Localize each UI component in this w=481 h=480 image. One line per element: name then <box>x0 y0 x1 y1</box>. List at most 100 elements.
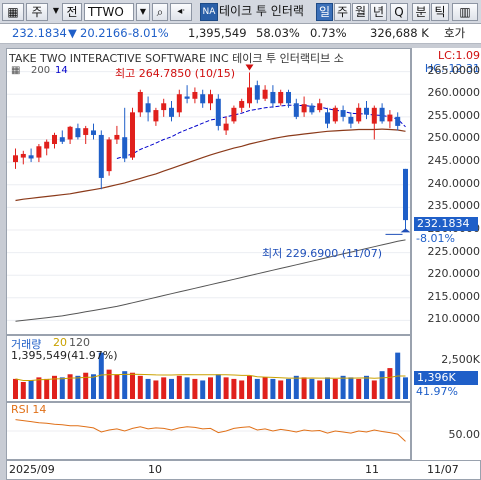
x-label-oct: 10 <box>148 463 162 476</box>
candle-body <box>332 107 338 122</box>
volume-bar <box>364 375 369 399</box>
price-chart-panel[interactable]: TAKE TWO INTERACTIVE SOFTWARE INC 테이크 투 … <box>6 48 411 335</box>
candle-body <box>75 128 81 138</box>
x-axis: 2025/09 10 11 11/07 <box>6 460 481 480</box>
volume-panel[interactable]: 거래량 20 120 1,395,549(41.97%) <box>6 335 411 402</box>
candle-body <box>200 94 206 104</box>
candle-body <box>231 107 237 122</box>
price-tick-label: 240.0000 <box>427 176 481 190</box>
x-label-sep: 2025/09 <box>9 463 55 476</box>
candle-body <box>309 105 315 113</box>
prev-next-icon[interactable]: ◂ᐧ <box>170 3 192 21</box>
dropdown-arrow-icon[interactable]: ▼ <box>50 3 62 21</box>
x-label-nov: 11 <box>365 463 379 476</box>
code-type-button[interactable]: 주 <box>26 3 48 21</box>
volume-bar <box>371 380 377 399</box>
volume-bar <box>145 378 151 399</box>
search-icon[interactable]: ⌕ <box>152 3 168 21</box>
chart-menu-icon[interactable]: ▦ <box>2 3 24 21</box>
candle-body <box>59 137 65 142</box>
volume-bar <box>215 374 221 399</box>
volume-last-tag: 1,396K <box>414 371 478 385</box>
code-prev-button[interactable]: 전 <box>62 3 82 21</box>
volume-bar <box>231 378 237 399</box>
volume-bar <box>403 377 408 399</box>
candle-body <box>262 89 268 99</box>
volume-bar <box>325 377 330 399</box>
chart-title: TAKE TWO INTERACTIVE SOFTWARE INC 테이크 투 … <box>9 52 344 65</box>
volume-bar <box>356 378 362 399</box>
candle-body <box>13 155 18 163</box>
period-week-button[interactable]: 주 <box>334 3 351 21</box>
candle-body <box>208 94 213 104</box>
candle-body <box>254 85 260 100</box>
candle-body <box>36 146 42 158</box>
candle-body <box>395 116 401 126</box>
price-tick-label: 225.0000 <box>427 244 481 258</box>
volume-bar <box>387 368 393 399</box>
current-price: 232.1834 <box>12 26 67 40</box>
rsi-tick: 50.00 <box>448 428 481 441</box>
volume-bar <box>348 377 354 399</box>
volume-bar <box>278 380 284 399</box>
volume-ma1: 20 <box>53 336 67 349</box>
layout-icon[interactable]: ▥ <box>452 3 478 21</box>
volume-bar <box>91 374 96 399</box>
volume-bar <box>130 372 135 399</box>
candle-body <box>356 107 362 122</box>
volume-bar <box>28 380 34 399</box>
volume-bar <box>247 375 252 399</box>
volume-bar <box>161 377 167 399</box>
candle-body <box>301 104 307 113</box>
volume-bar <box>239 380 245 399</box>
rsi-panel[interactable]: RSI 14 <box>6 402 411 460</box>
candle-body <box>161 103 167 111</box>
trade-amount: 326,688 K <box>370 26 429 40</box>
candle-body <box>114 134 120 140</box>
tick-button[interactable]: 틱 <box>431 3 449 21</box>
symbol-input[interactable]: TTWO <box>84 3 134 21</box>
price-tick-label: 255.0000 <box>427 108 481 122</box>
volume-bar <box>379 371 385 399</box>
volume-bar <box>36 377 42 399</box>
candle-body <box>278 91 284 104</box>
candle-body <box>317 103 323 111</box>
candle-body <box>371 107 377 124</box>
q-button[interactable]: Q <box>390 3 408 21</box>
candle-body <box>98 134 104 178</box>
candle-body <box>192 91 198 99</box>
candle-body <box>270 91 276 104</box>
candle-body <box>145 103 151 113</box>
candle-body <box>106 139 112 172</box>
volume-bar <box>192 378 198 399</box>
volume-bar <box>286 378 291 399</box>
down-arrow-icon: ▼ <box>68 26 77 40</box>
candle-body <box>325 112 330 124</box>
volume-bar <box>254 378 260 399</box>
symbol-dropdown-icon[interactable]: ▼ <box>136 3 150 21</box>
volume-bar <box>13 378 18 399</box>
period-day-button[interactable]: 일 <box>316 3 333 21</box>
volume-bar <box>301 377 307 399</box>
candle-body <box>20 153 26 158</box>
settings-icon[interactable]: ▦ <box>11 65 20 76</box>
period-year-button[interactable]: 년 <box>370 3 387 21</box>
ma14-line <box>116 104 406 159</box>
candle-body <box>169 107 174 117</box>
price-tick-label: 265.0000 <box>427 63 481 77</box>
volume-tick: 2,500K <box>441 353 480 366</box>
price-tick-label: 215.0000 <box>427 289 481 303</box>
ma200-legend: 200 <box>31 65 51 76</box>
volume-bar <box>153 380 159 399</box>
minute-button[interactable]: 분 <box>412 3 430 21</box>
last-change-tag: -8.01% <box>416 232 455 245</box>
period-month-button[interactable]: 월 <box>352 3 369 21</box>
price-tick-label: 245.0000 <box>427 154 481 168</box>
candle-body <box>293 103 299 117</box>
stock-name: 테이크 투 인터랙 <box>219 4 304 18</box>
volume-ratio: 58.03% <box>256 26 300 40</box>
candle-body <box>340 110 346 117</box>
volume-bar <box>317 380 323 399</box>
candle-body <box>223 123 229 131</box>
price-chart <box>7 64 410 322</box>
